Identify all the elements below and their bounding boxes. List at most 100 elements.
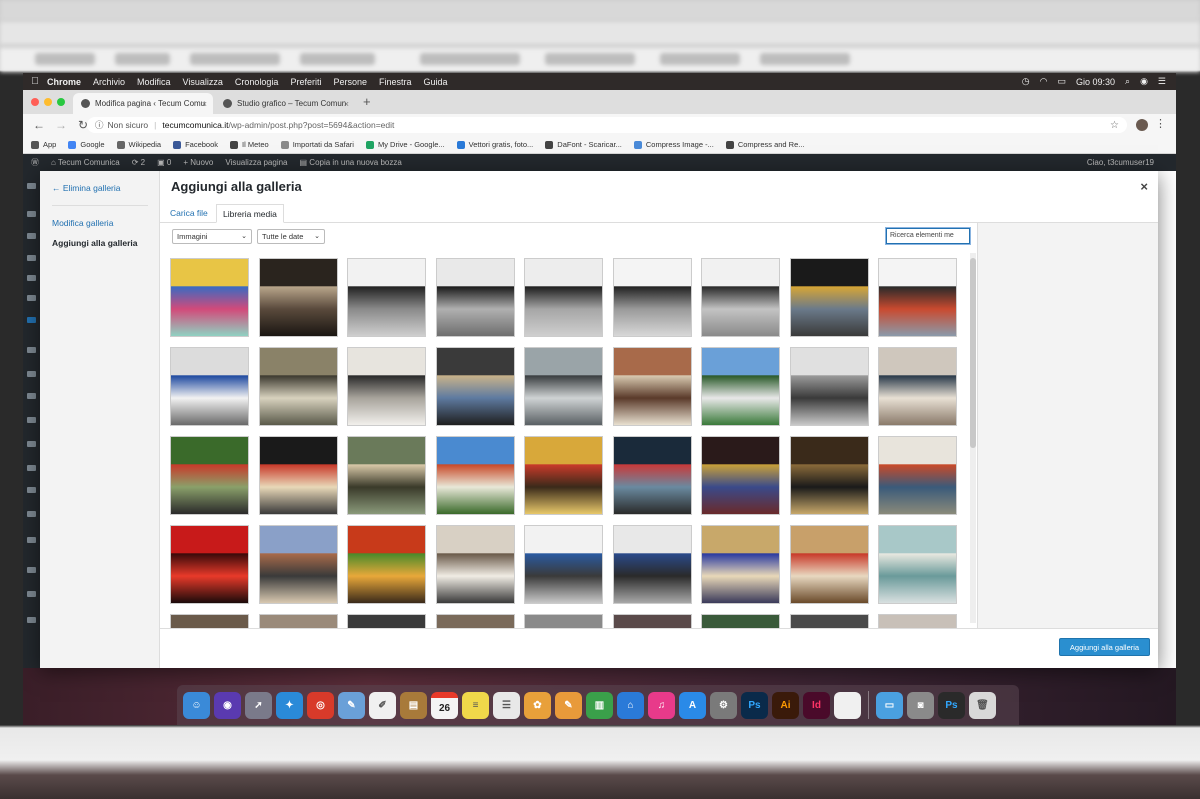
minimize-window-button[interactable] [44,98,52,106]
attachment-thumbnail-display-boards[interactable] [258,436,338,515]
notes-icon[interactable]: ≡ [462,691,489,719]
attachment-thumbnail-kitchen-people[interactable] [435,525,515,604]
pages-icon[interactable]: ✎ [555,691,582,719]
attachment-thumbnail-outdoor-sign-totem[interactable] [701,347,780,426]
menubar-item-cronologia[interactable]: Cronologia [235,77,279,87]
attachment-thumbnail-shop-door-poster[interactable] [878,436,957,515]
document-icon[interactable] [834,691,861,719]
close-window-button[interactable] [31,98,39,106]
attachment-thumbnail-office-reception-5[interactable] [701,258,780,337]
folder-icon[interactable]: ▭ [876,691,903,719]
notification-center-icon[interactable]: ☰ [1158,76,1166,87]
attachment-thumbnail-tecnobar-van[interactable] [878,258,957,337]
comments-link[interactable]: ▣ 0 [157,158,171,167]
airplay-icon[interactable]: ▭ [1057,76,1066,87]
menubar-item-persone[interactable]: Persone [333,77,367,87]
tab-upload-files[interactable]: Carica file [164,204,214,223]
howdy-user[interactable]: Ciao, t3cumuser19 [1087,154,1154,171]
attachment-thumbnail-sports-court[interactable] [524,436,603,515]
attachment-thumbnail-arch-shop[interactable] [789,525,869,604]
trash-icon[interactable]: 🗑 [969,691,996,719]
attachment-thumbnail-police-car-1[interactable] [524,525,603,604]
indesign-icon[interactable]: Id [803,691,830,719]
attachment-thumbnail-partial[interactable] [878,614,957,628]
tab-modifica-pagina[interactable]: Modifica pagina ‹ Tecum Comu × [73,93,213,114]
attachment-thumbnail-pattern-wall[interactable] [878,525,957,604]
chrome-icon[interactable]: ◎ [307,691,334,719]
bookmark-star-icon[interactable]: ☆ [1110,120,1119,131]
attachment-thumbnail-sign-panel-blue[interactable] [170,347,249,426]
attachment-thumbnail-wrapped-van-black[interactable] [789,258,869,337]
numbers-icon[interactable]: ▥ [586,691,613,719]
attachment-thumbnail-partial[interactable] [258,614,338,628]
attachment-thumbnail-old-street-building[interactable] [258,525,338,604]
bookmark-item[interactable]: Vettori gratis, foto... [456,140,533,149]
attachment-thumbnail-arena-scoreboard[interactable] [612,436,692,515]
finder-icon[interactable]: ☺ [183,691,210,719]
menu-add-to-gallery[interactable]: Aggiungi alla galleria [52,238,138,248]
attachment-thumbnail-outdoor-exhibit[interactable] [347,436,426,515]
attachment-thumbnail-info-totem[interactable] [878,347,957,426]
attachment-thumbnail-partial[interactable] [612,614,692,628]
tab-close-icon[interactable]: × [344,99,349,109]
admin-site-link[interactable]: ⌂ Tecum Comunica [51,158,120,167]
screenshot-icon[interactable]: ◙ [907,691,934,719]
attachment-thumbnail-partial[interactable] [170,614,249,628]
appstore-icon[interactable]: A [679,691,706,719]
attachment-thumbnail-building-entrance[interactable] [258,347,338,426]
attachment-thumbnail-partial[interactable] [435,614,515,628]
attachment-thumbnail-shop-interior[interactable] [435,347,515,426]
url-omnibox[interactable]: ⓘ Non sicuro | tecumcomunica.it /wp-admi… [87,117,1127,133]
time-machine-icon[interactable]: ◷ [1022,76,1030,87]
reminders-icon[interactable]: ☰ [493,691,520,719]
zoom-window-button[interactable] [57,98,65,106]
menubar-item-chrome[interactable]: Chrome [47,77,81,87]
updates-link[interactable]: ⟳ 2 [132,158,145,167]
menubar-item-archivio[interactable]: Archivio [93,77,125,87]
system-preferences-icon[interactable]: ⚙ [710,691,737,719]
attachment-thumbnail-brick-wall-banner[interactable] [612,347,692,426]
bookmark-item[interactable]: Il Meteo [230,140,269,149]
siri-menubar-icon[interactable]: ◉ [1140,76,1148,87]
tab-media-library[interactable]: Libreria media [216,204,284,223]
itunes-icon[interactable]: ♫ [648,691,675,719]
menu-edit-gallery[interactable]: Modifica galleria [52,218,113,228]
close-icon[interactable]: × [1140,179,1148,194]
menubar-clock[interactable]: Gio 09:30 [1076,77,1115,87]
menubar-item-guida[interactable]: Guida [424,77,448,87]
calendar-icon[interactable]: 26 [431,691,458,719]
attachment-thumbnail-hall-interior[interactable] [789,347,869,426]
info-icon[interactable]: ⓘ [95,119,104,131]
profile-avatar[interactable] [1136,119,1148,131]
attachment-thumbnail-ubi-banca-arena[interactable] [701,436,780,515]
notes-brown-icon[interactable]: ▤ [400,691,427,719]
forward-arrow-icon[interactable]: → [55,118,67,132]
tab-studio-grafico[interactable]: Studio grafico – Tecum Comun × [215,93,355,114]
attachment-thumbnail-partial[interactable] [789,614,869,628]
attachment-thumbnail-red-stage-event[interactable] [170,525,249,604]
chrome-menu-icon[interactable]: ⋮ [1155,117,1166,130]
illustrator-icon[interactable]: Ai [772,691,799,719]
attachment-thumbnail-partial[interactable] [701,614,780,628]
textedit-icon[interactable]: ✐ [369,691,396,719]
copy-draft-link[interactable]: ▤ Copia in una nuova bozza [300,158,402,167]
bookmark-item[interactable]: Compress and Re... [725,140,805,149]
attachment-thumbnail-billboard-sky[interactable] [435,436,515,515]
attachment-thumbnail-street-shopfront[interactable] [524,347,603,426]
attachment-thumbnail-police-car-2[interactable] [612,525,692,604]
attachment-thumbnail-office-reception-3[interactable] [524,258,603,337]
bookmark-item[interactable]: Facebook [173,140,218,149]
cancel-gallery-link[interactable]: ← Elimina galleria [52,183,121,193]
ps-file-icon[interactable]: Ps [938,691,965,719]
bookmark-item[interactable]: Compress Image -... [633,140,714,149]
bookmark-item[interactable]: App [31,140,56,149]
new-tab-button[interactable]: + [363,94,371,109]
attachment-thumbnail-partial[interactable] [524,614,603,628]
attachment-thumbnail-gallery-room-dark[interactable] [258,258,338,337]
attachment-thumbnail-exhibition-wall[interactable] [347,347,426,426]
menubar-item-finestra[interactable]: Finestra [379,77,412,87]
apple-menu-icon[interactable]:  [23,76,47,87]
filter-type-select[interactable]: Immagini ⌄ [172,229,252,244]
attachment-thumbnail-color-print-swatches[interactable] [170,258,249,337]
attachment-thumbnail-vegetables-wall[interactable] [347,525,426,604]
